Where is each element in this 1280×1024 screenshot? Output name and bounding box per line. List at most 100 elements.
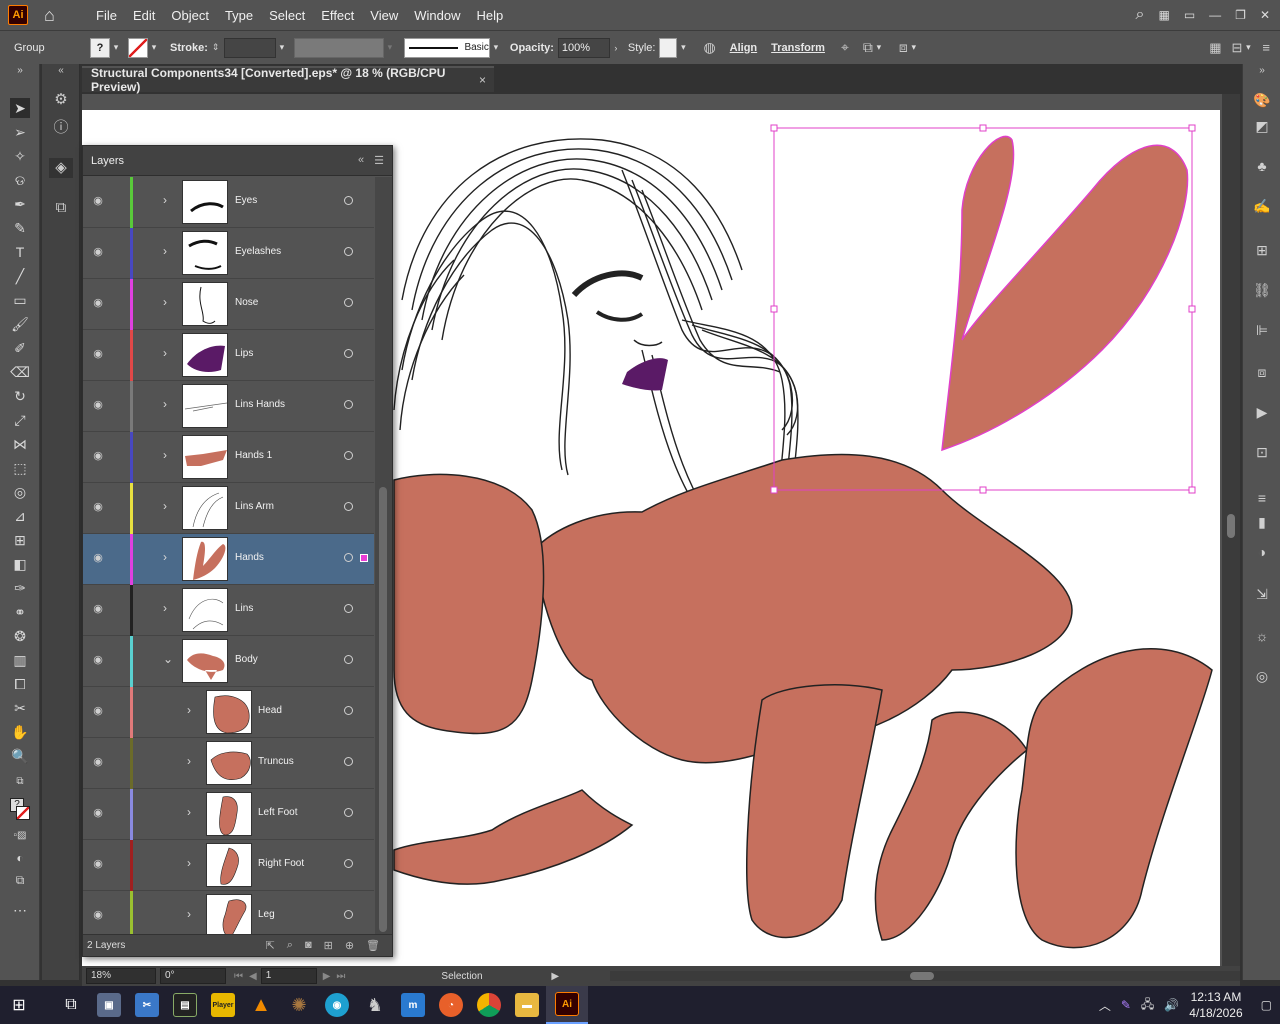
screen-mode-icon[interactable]: ⧉ xyxy=(10,870,30,890)
chevron-right-icon[interactable]: › xyxy=(187,856,199,872)
visibility-eye-icon[interactable]: ◉ xyxy=(91,755,105,769)
layer-name[interactable]: Hands 1 xyxy=(235,450,272,461)
curvature-tool-icon[interactable]: ✎ xyxy=(10,218,30,238)
chevron-right-icon[interactable]: › xyxy=(163,193,175,209)
recolor-artwork-icon[interactable]: ◍ xyxy=(703,39,715,56)
chevron-right-icon[interactable]: › xyxy=(163,295,175,311)
visibility-eye-icon[interactable]: ◉ xyxy=(91,908,105,922)
chevron-down-icon[interactable]: ▾ xyxy=(873,42,885,53)
scale-tool-icon[interactable]: ⤢ xyxy=(10,410,30,430)
taskbar-app-studio-icon[interactable]: ▤ xyxy=(166,986,204,1024)
color-panel-icon[interactable]: 🎨 xyxy=(1252,90,1272,110)
variable-width-profile[interactable] xyxy=(293,37,384,58)
workspace-switcher-icon[interactable]: ▦ xyxy=(1158,8,1169,22)
layer-name[interactable]: Nose xyxy=(235,297,258,308)
notifications-icon[interactable]: ▢ xyxy=(1261,998,1272,1012)
lasso-tool-icon[interactable]: ଡ xyxy=(10,170,30,190)
artboard-nav-prev-icon[interactable]: ◀ xyxy=(249,971,257,982)
target-circle-icon[interactable] xyxy=(344,196,353,205)
visibility-eye-icon[interactable]: ◉ xyxy=(91,500,105,514)
chevron-down-icon[interactable]: ▾ xyxy=(908,42,920,53)
layer-row[interactable]: ◉ ⌄ Body xyxy=(83,636,374,687)
close-tab-icon[interactable]: × xyxy=(479,73,486,87)
visibility-eye-icon[interactable]: ◉ xyxy=(91,296,105,310)
delete-layer-icon[interactable]: 🗑 xyxy=(366,939,380,952)
distribute-icon[interactable]: ⊟ xyxy=(1232,40,1243,56)
taskbar-app-inkscape-icon[interactable]: ♞ xyxy=(356,986,394,1024)
horizontal-scroll-thumb[interactable] xyxy=(910,972,934,980)
taskbar-app-file-explorer-icon[interactable]: ▬ xyxy=(508,986,546,1024)
paintbrush-tool-icon[interactable]: 🖌 xyxy=(10,314,30,334)
gradient-panel-icon[interactable]: ▮ xyxy=(1252,512,1272,532)
chevron-right-icon[interactable]: › xyxy=(163,397,175,413)
layer-row[interactable]: ◉ › Hands 1 xyxy=(83,432,374,483)
mesh-tool-icon[interactable]: ⊞ xyxy=(10,530,30,550)
layer-name[interactable]: Hands xyxy=(235,552,264,563)
links-icon[interactable]: ⛓ xyxy=(1252,280,1272,300)
network-icon[interactable]: 🖧 xyxy=(1141,995,1154,1016)
width-tool-icon[interactable]: ⋈ xyxy=(10,434,30,454)
layers-scroll-thumb[interactable] xyxy=(379,487,387,932)
chevron-right-icon[interactable]: › xyxy=(610,43,622,53)
opacity-label[interactable]: Opacity: xyxy=(510,42,554,54)
taskbar-app-vlc-icon[interactable]: ▲ xyxy=(242,986,280,1024)
chevron-down-icon[interactable]: ▾ xyxy=(276,42,288,53)
minimize-icon[interactable]: — xyxy=(1209,8,1221,22)
layer-row[interactable]: ◉ › Lins Hands xyxy=(83,381,374,432)
create-sublayer-icon[interactable]: ⊞ xyxy=(324,939,333,952)
layer-name[interactable]: Right Foot xyxy=(258,858,304,869)
layer-row[interactable]: ◉ › Left Foot xyxy=(83,789,374,840)
taskbar-app-firefox-icon[interactable]: ◔ xyxy=(432,986,470,1024)
target-circle-icon[interactable] xyxy=(344,706,353,715)
stroke-weight-field[interactable] xyxy=(223,37,276,58)
color-guide-icon[interactable]: ◩ xyxy=(1252,116,1272,136)
artboards-panel-icon[interactable]: ⧉ xyxy=(51,198,71,218)
eyedropper-tool-icon[interactable]: ✑ xyxy=(10,578,30,598)
chevron-down-icon[interactable]: ▾ xyxy=(677,42,689,53)
layers-scrollbar[interactable] xyxy=(375,177,392,937)
target-circle-icon[interactable] xyxy=(344,400,353,409)
isolate-icon[interactable]: ⧈ xyxy=(899,39,908,56)
layer-name[interactable]: Lins Arm xyxy=(235,501,274,512)
taskbar-app-photos-icon[interactable]: ▣ xyxy=(90,986,128,1024)
arrange-icon[interactable]: ⧉ xyxy=(863,39,873,56)
chevron-down-icon[interactable]: ▾ xyxy=(384,42,396,53)
taskbar-app-chrome-icon[interactable] xyxy=(470,986,508,1024)
chevron-right-icon[interactable]: › xyxy=(187,754,199,770)
zoom-field[interactable]: 18% xyxy=(86,968,156,984)
layer-name[interactable]: Leg xyxy=(258,909,275,920)
visibility-eye-icon[interactable]: ◉ xyxy=(91,653,105,667)
layer-name[interactable]: Head xyxy=(258,705,282,716)
brushes-icon[interactable]: ✍ xyxy=(1252,196,1272,216)
more-tools-icon[interactable]: ⋯ xyxy=(10,900,30,920)
chevron-down-icon[interactable]: ▾ xyxy=(1242,42,1254,53)
layer-name[interactable]: Lins Hands xyxy=(235,399,285,410)
taskbar-app-gimp-icon[interactable]: ✺ xyxy=(280,986,318,1024)
transform-each-icon[interactable]: ⌖ xyxy=(841,39,849,56)
line-tool-icon[interactable]: ╱ xyxy=(10,266,30,286)
chevron-down-icon[interactable]: ⌄ xyxy=(163,652,175,668)
gradient-tool-icon[interactable]: ◧ xyxy=(10,554,30,574)
target-circle-icon[interactable] xyxy=(344,859,353,868)
target-circle-icon[interactable] xyxy=(344,451,353,460)
graphic-styles-icon[interactable]: ◎ xyxy=(1252,666,1272,686)
layers-panel-title[interactable]: Layers xyxy=(91,155,124,167)
artboard-number-field[interactable]: 1 xyxy=(260,968,317,984)
search-icon[interactable]: ⌕ xyxy=(1136,6,1145,24)
layer-row[interactable]: ◉ › Hands xyxy=(83,534,374,585)
layer-name[interactable]: Lins xyxy=(235,603,253,614)
fill-stroke-swatch-icon[interactable]: ? xyxy=(10,798,30,824)
transform-link[interactable]: Transform xyxy=(771,42,825,54)
chevron-right-icon[interactable]: › xyxy=(187,805,199,821)
layer-row[interactable]: ◉ › Nose xyxy=(83,279,374,330)
tray-pen-icon[interactable]: ✎ xyxy=(1121,998,1131,1012)
menu-file[interactable]: File xyxy=(88,8,125,23)
layer-row[interactable]: ◉ › Right Foot xyxy=(83,840,374,891)
target-circle-icon[interactable] xyxy=(344,604,353,613)
menu-edit[interactable]: Edit xyxy=(125,8,163,23)
draw-mode-icon[interactable]: ◐ xyxy=(10,848,30,868)
visibility-eye-icon[interactable]: ◉ xyxy=(91,245,105,259)
target-circle-icon[interactable] xyxy=(344,553,353,562)
layer-row[interactable]: ◉ › Lins xyxy=(83,585,374,636)
layer-name[interactable]: Left Foot xyxy=(258,807,297,818)
